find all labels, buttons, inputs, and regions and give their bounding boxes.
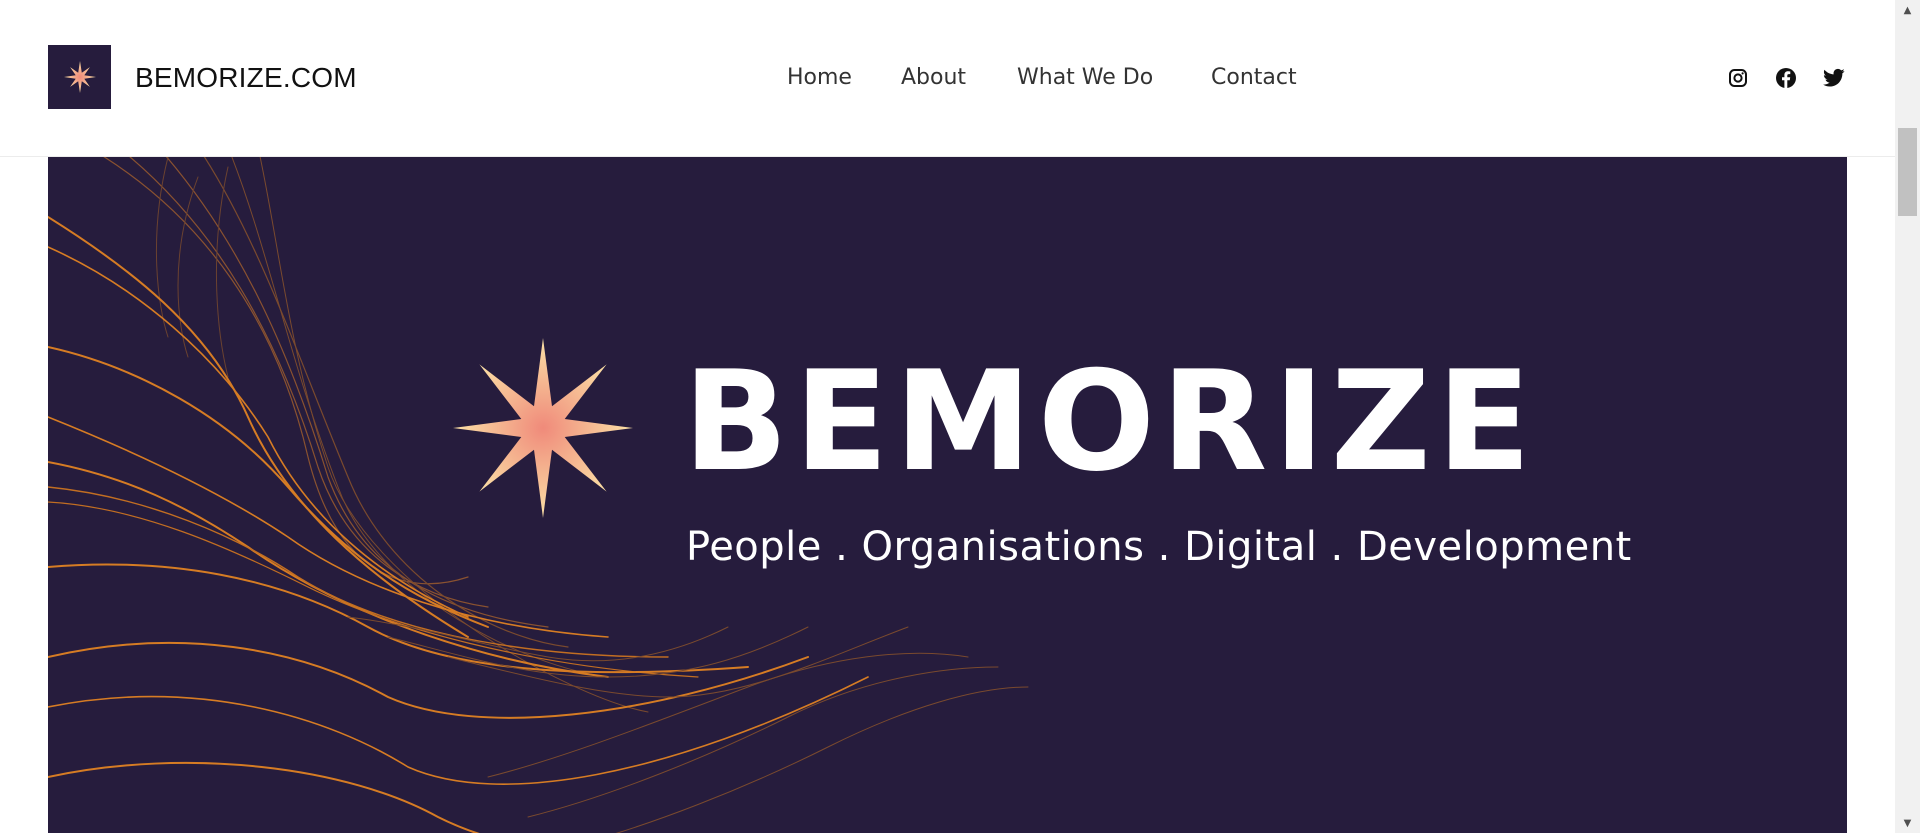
site-header: BEMORIZE.COM Home About What We Do Conta… <box>0 0 1895 157</box>
scrollbar[interactable]: ▲ ▼ <box>1895 0 1920 833</box>
nav-item-contact[interactable]: Contact <box>1211 58 1297 98</box>
main-nav: Home About What We Do Contact <box>0 58 1895 98</box>
twitter-link[interactable] <box>1821 65 1847 91</box>
facebook-link[interactable] <box>1773 65 1799 91</box>
scroll-up-arrow[interactable]: ▲ <box>1895 0 1920 20</box>
nav-item-home[interactable]: Home <box>787 58 852 98</box>
brand-star-icon <box>453 338 633 518</box>
instagram-link[interactable] <box>1725 65 1751 91</box>
hero-banner: BEMORIZE People . Organisations . Digita… <box>48 157 1847 833</box>
brand-wordmark: BEMORIZE <box>683 341 1538 502</box>
scroll-down-arrow[interactable]: ▼ <box>1895 813 1920 833</box>
facebook-icon <box>1776 68 1796 88</box>
nav-item-about[interactable]: About <box>901 58 966 98</box>
scrollbar-thumb[interactable] <box>1898 128 1917 216</box>
instagram-icon <box>1729 69 1747 87</box>
twitter-icon <box>1823 68 1845 87</box>
hero-tagline: People . Organisations . Digital . Devel… <box>686 524 1632 570</box>
nav-item-what-we-do[interactable]: What We Do <box>1017 58 1153 98</box>
